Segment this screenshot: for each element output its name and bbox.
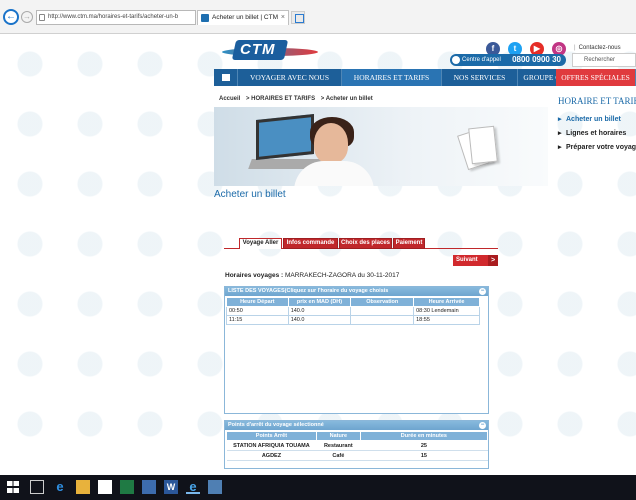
internet-explorer-icon[interactable]: e [186, 480, 200, 494]
cell-duree: 25 [360, 440, 488, 451]
col-prix: prix en MAD (DH) [287, 297, 352, 307]
next-button[interactable]: Suivant > [453, 255, 498, 266]
table-row: STATION AFRIQUIA TOUAMA Restaurant 25 [226, 440, 488, 451]
tab-paiement[interactable]: Paiement [393, 238, 425, 249]
browser-tab[interactable]: Acheter un billet | CTM × [197, 10, 289, 25]
cell-observation [350, 315, 415, 325]
excel-icon[interactable] [120, 480, 134, 494]
trips-panel-header: LISTE DES VOYAGES(Cliquez sur l'horaire … [225, 287, 488, 296]
menu-voyager[interactable]: VOYAGER AVEC NOUS [238, 69, 342, 86]
cell-point: STATION AFRIQUIA TOUAMA [226, 440, 317, 451]
horaires-heading: Horaires voyages : MARRAKECH-ZAGORA du 3… [225, 272, 399, 279]
sidebar-title: HORAIRE ET TARIFS [558, 96, 636, 106]
breadcrumb-home[interactable]: Accueil [219, 96, 240, 102]
cell-duree: 15 [360, 450, 488, 461]
photos-icon[interactable] [208, 480, 222, 494]
tab-infos-commande[interactable]: Infos commande [283, 238, 338, 249]
browser-chrome: ← → http://www.ctm.ma/horaires-et-tarifs… [0, 0, 636, 34]
address-bar[interactable]: http://www.ctm.ma/horaires-et-tarifs/ach… [36, 10, 196, 25]
new-tab-button[interactable] [291, 11, 305, 24]
ticket-icon [468, 125, 498, 165]
stops-panel-title: Points d'arrêt du voyage sélectionné [228, 422, 324, 428]
address-url: http://www.ctm.ma/horaires-et-tarifs/ach… [48, 14, 179, 20]
store-icon[interactable] [98, 480, 112, 494]
main-menu: VOYAGER AVEC NOUS HORAIRES ET TARIFS NOS… [214, 69, 636, 86]
stops-panel-header: Points d'arrêt du voyage sélectionné − [225, 421, 488, 430]
cell-nature: Restaurant [316, 440, 361, 451]
word-icon[interactable]: W [164, 480, 178, 494]
horaires-route: MARRAKECH-ZAGORA du 30-11-2017 [284, 272, 400, 279]
col-nature: Nature [315, 431, 361, 441]
menu-horaires[interactable]: HORAIRES ET TARIFS [342, 69, 442, 86]
col-points-arret: Points Arrêt [226, 431, 317, 441]
edge-icon[interactable]: e [53, 480, 67, 494]
ctm-logo[interactable]: CTM [222, 40, 322, 64]
call-number: 0800 0900 30 [512, 55, 561, 64]
cell-arrivee: 08:30 Lendemain [413, 306, 480, 316]
woman-face [314, 123, 348, 163]
table-row: AGDEZ Café 15 [226, 450, 488, 461]
home-icon[interactable] [214, 69, 238, 86]
sidebar-item-acheter[interactable]: Acheter un billet [558, 113, 636, 127]
cell-depart[interactable]: 11:15 [226, 315, 289, 325]
stops-table: Points Arrêt Nature Durée en minutes STA… [226, 431, 489, 461]
task-view-icon[interactable] [30, 480, 44, 494]
hero-banner [214, 107, 548, 186]
forward-button[interactable]: → [21, 11, 33, 23]
menu-services[interactable]: NOS SERVICES [442, 69, 518, 86]
col-observation: Observation [350, 297, 415, 307]
tab-choix-places[interactable]: Choix des places [339, 238, 392, 249]
col-heure-depart: Heure Départ [226, 297, 289, 307]
horaires-label: Horaires voyages : [225, 272, 284, 279]
menu-offres[interactable]: OFFRES SPÉCIALES [556, 69, 636, 86]
phone-icon [452, 56, 460, 64]
file-explorer-icon[interactable] [76, 480, 90, 494]
breadcrumb-current: > Acheter un billet [320, 96, 373, 102]
sidebar-list: Acheter un billet Lignes et horaires Pré… [558, 113, 636, 155]
web-page: f t ▶ ◎ Contactez-nous CTM Centre d'appe… [0, 34, 636, 469]
col-duree: Durée en minutes [359, 431, 489, 441]
cell-point: AGDEZ [226, 450, 317, 461]
next-label: Suivant [456, 257, 478, 263]
collapse-icon[interactable]: − [479, 422, 486, 429]
contact-link[interactable]: Contactez-nous [574, 45, 621, 51]
trips-table: Heure Départ prix en MAD (DH) Observatio… [226, 297, 480, 325]
col-heure-arrivee: Heure Arrivée [413, 297, 480, 307]
breadcrumb-horaires[interactable]: > HORAIRES ET TARIFS [246, 96, 315, 102]
cell-prix: 140.0 [287, 315, 352, 325]
tab-title: Acheter un billet | CTM [212, 14, 278, 21]
cell-depart[interactable]: 00:50 [226, 306, 289, 316]
stops-panel: Points d'arrêt du voyage sélectionné − P… [224, 420, 489, 469]
ctm-favicon-icon [201, 14, 209, 22]
trips-panel: LISTE DES VOYAGES(Cliquez sur l'horaire … [224, 286, 489, 414]
windows-start-icon[interactable] [6, 480, 20, 494]
app-icon[interactable] [142, 480, 156, 494]
page-title: Acheter un billet [214, 189, 286, 200]
collapse-icon[interactable]: − [479, 288, 486, 295]
trips-panel-title: LISTE DES VOYAGES(Cliquez sur l'horaire … [228, 288, 389, 294]
table-row[interactable]: 11:15 140.0 18:55 [226, 315, 480, 325]
sidebar-item-preparer[interactable]: Préparer votre voyage [558, 141, 636, 155]
page-icon [39, 14, 45, 21]
laptop-illustration [256, 113, 314, 161]
sidebar-item-lignes[interactable]: Lignes et horaires [558, 127, 636, 141]
tab-close-icon[interactable]: × [281, 11, 285, 25]
call-center-box: Centre d'appel 0800 0900 30 [450, 54, 566, 66]
logo-text: CTM [240, 41, 276, 58]
call-label: Centre d'appel [462, 57, 501, 63]
cell-arrivee: 18:55 [413, 315, 480, 325]
back-button[interactable]: ← [3, 9, 19, 25]
cell-nature: Café [316, 450, 361, 461]
cell-observation [350, 306, 415, 316]
chevron-right-icon: > [488, 255, 498, 266]
table-row[interactable]: 00:50 140.0 08:30 Lendemain [226, 306, 480, 316]
search-input[interactable]: Rechercher [572, 53, 636, 67]
tab-voyage-aller[interactable]: Voyage Aller [239, 238, 282, 249]
breadcrumb: Accueil > HORAIRES ET TARIFS > Acheter u… [219, 96, 377, 102]
windows-taskbar: e W e [0, 475, 636, 500]
cell-prix: 140.0 [287, 306, 352, 316]
